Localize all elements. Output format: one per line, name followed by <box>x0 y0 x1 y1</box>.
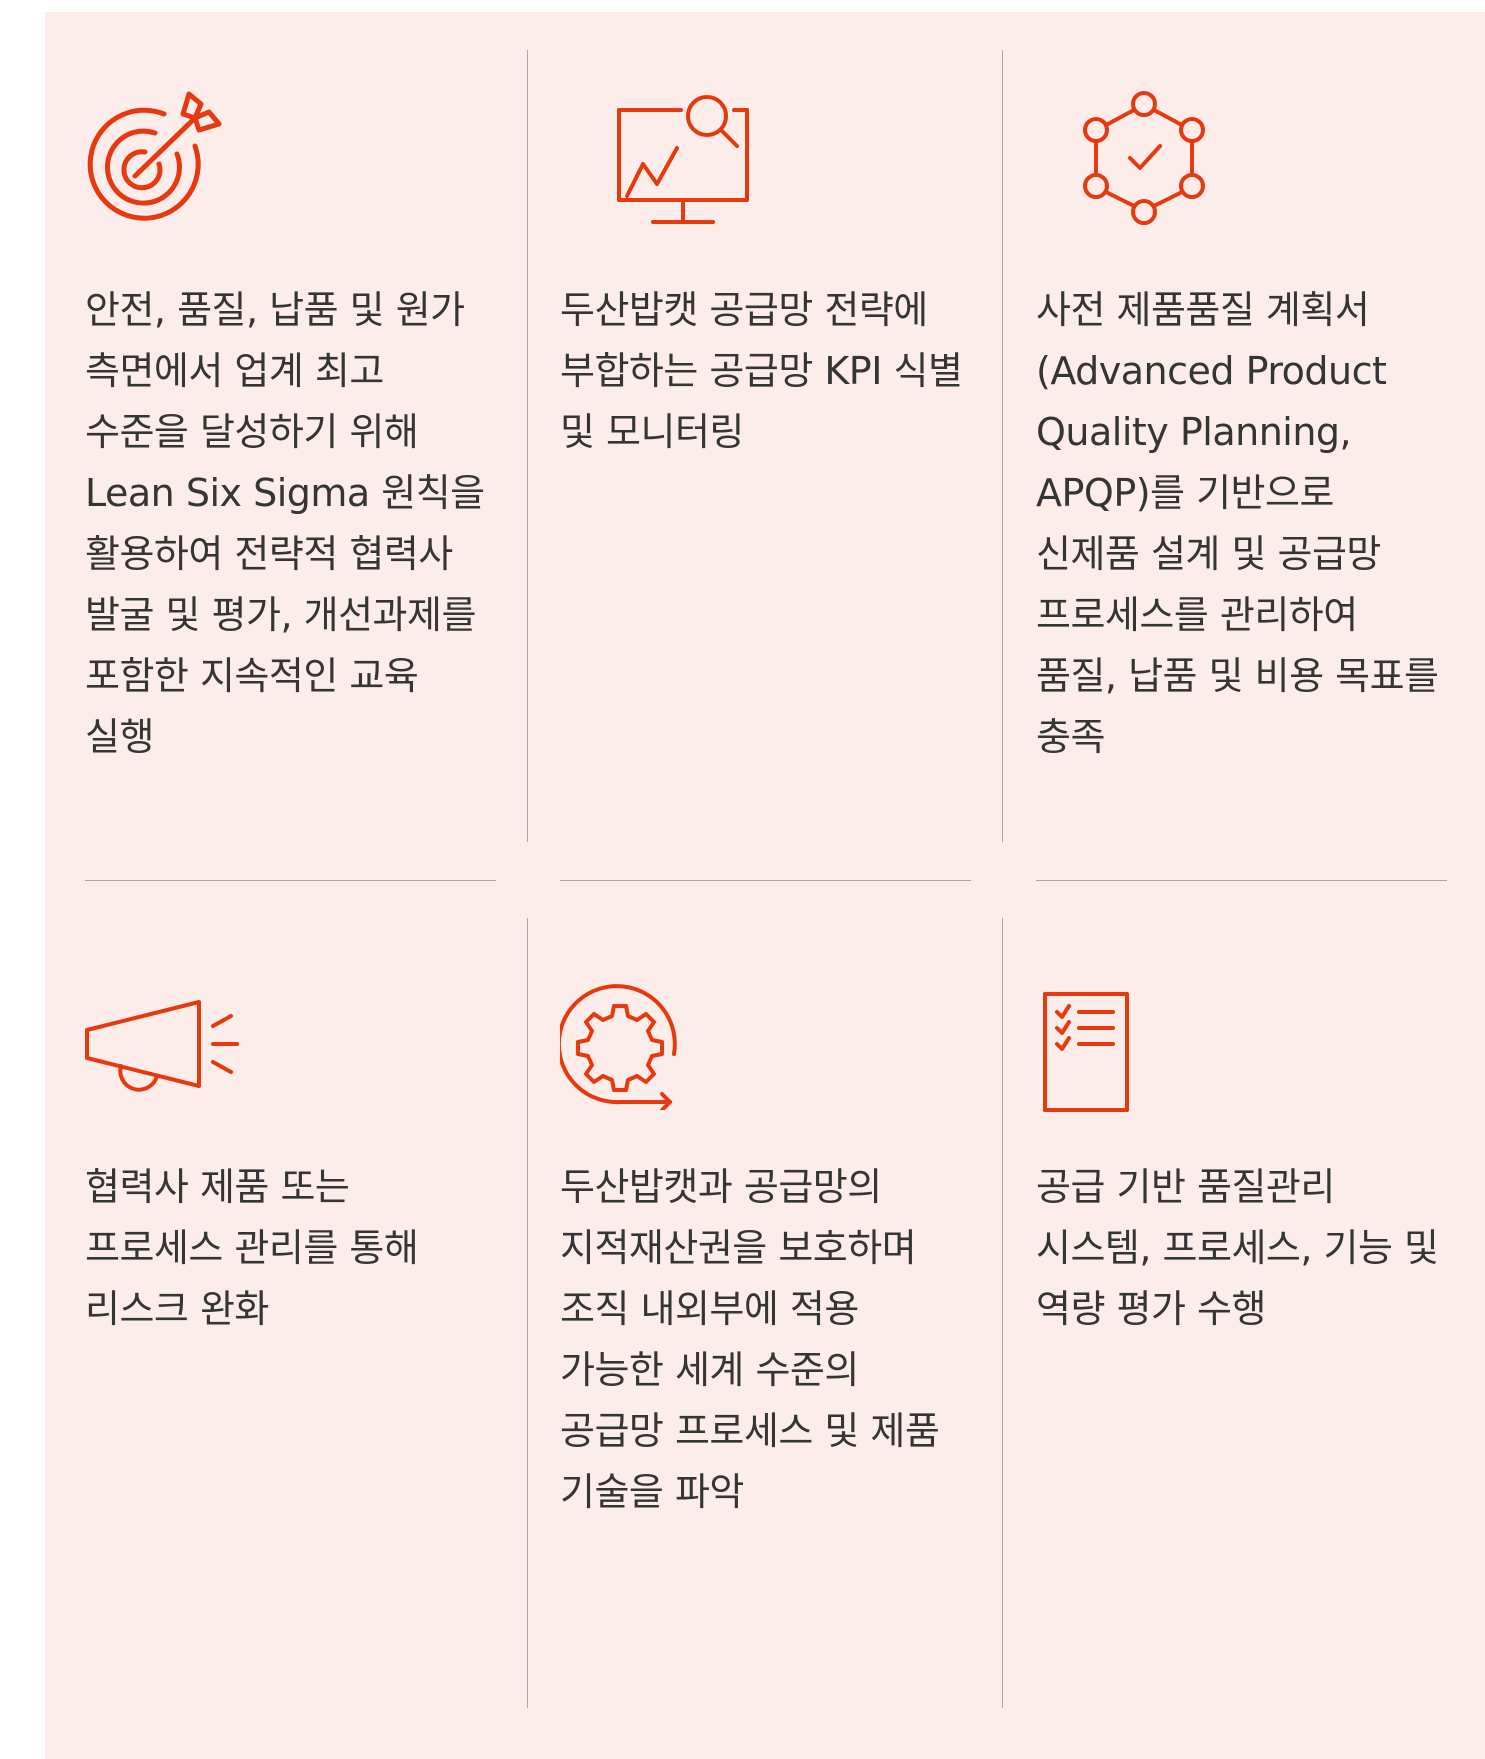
row-divider-col-1 <box>85 880 496 881</box>
target-arrow-icon <box>85 88 225 228</box>
monitor-chart-magnifier-icon <box>617 88 757 228</box>
card-text: 사전 제품품질 계획서 (Advanced Product Quality Pl… <box>1036 288 1439 759</box>
network-hexagon-check-icon <box>1076 88 1216 228</box>
column-divider-1-top <box>527 50 528 842</box>
card-text: 협력사 제품 또는 프로세스 관리를 통해 리스크 완화 <box>85 1165 419 1331</box>
column-divider-1-bottom <box>527 918 528 1708</box>
card-text: 두산밥캣과 공급망의 지적재산권을 보호하며 조직 내외부에 적용 가능한 세계… <box>560 1165 940 1514</box>
card-text: 두산밥캣 공급망 전략에 부합하는 공급망 KPI 식별 및 모니터링 <box>560 288 963 454</box>
card-text: 안전, 품질, 납품 및 원가 측면에서 업계 최고 수준을 달성하기 위해 L… <box>85 288 485 759</box>
row-divider-col-2 <box>560 880 971 881</box>
column-divider-2-top <box>1002 50 1003 842</box>
megaphone-icon <box>85 990 245 1100</box>
card-text: 공급 기반 품질관리 시스템, 프로세스, 기능 및 역량 평가 수행 <box>1036 1165 1439 1331</box>
gear-cycle-arrow-icon <box>560 980 690 1110</box>
column-divider-2-bottom <box>1002 918 1003 1708</box>
row-divider-col-3 <box>1036 880 1447 881</box>
checklist-document-icon <box>1043 990 1143 1120</box>
